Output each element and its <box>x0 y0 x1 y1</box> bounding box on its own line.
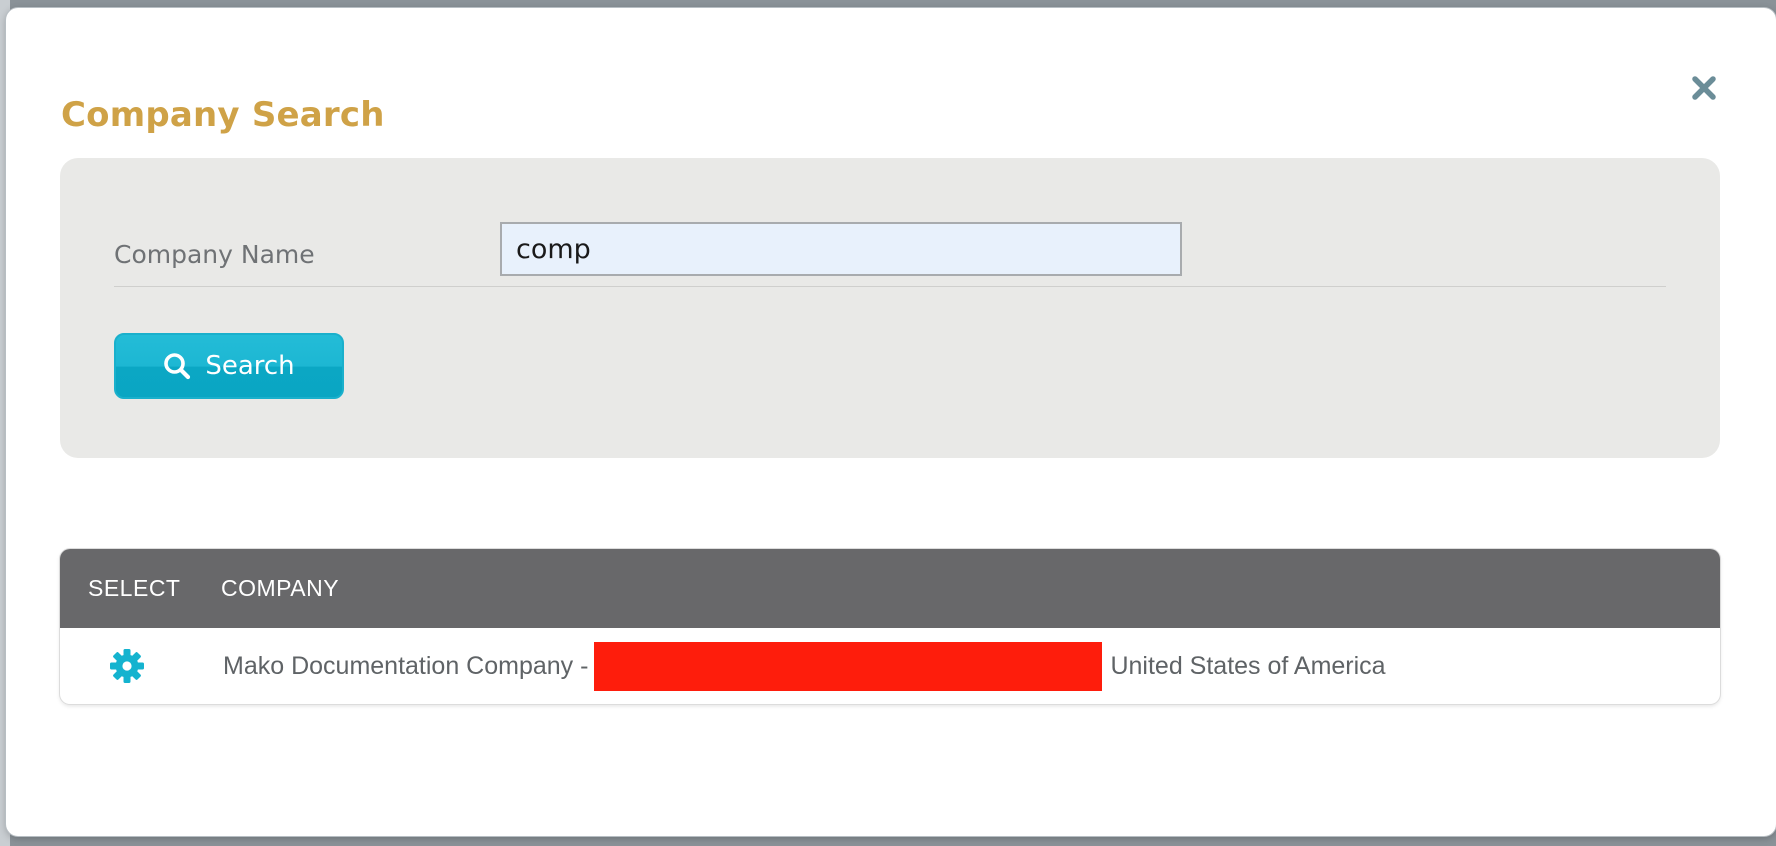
panel-divider <box>114 286 1666 287</box>
search-button-label: Search <box>205 351 295 381</box>
search-button[interactable]: Search <box>114 333 344 399</box>
redacted-block <box>594 641 1103 691</box>
modal-title: Company Search <box>61 95 385 135</box>
results-table: SELECT COMPANY Mako Documentation Compan… <box>60 549 1720 704</box>
table-row: Mako Documentation Company - United Stat… <box>60 628 1720 704</box>
search-panel: Company Name Search <box>60 158 1720 458</box>
company-search-modal: Company Search Company Name Search SELEC… <box>6 8 1776 836</box>
close-icon <box>1692 76 1716 100</box>
column-header-company: COMPANY <box>221 575 340 601</box>
company-name-input[interactable] <box>500 222 1182 276</box>
table-header: SELECT COMPANY <box>60 549 1720 628</box>
close-button[interactable] <box>1686 70 1722 106</box>
select-row-button[interactable] <box>108 647 146 685</box>
company-name-text: Mako Documentation Company - <box>223 651 589 680</box>
company-cell: Mako Documentation Company - United Stat… <box>223 628 1386 704</box>
gear-icon <box>110 649 144 683</box>
column-header-select: SELECT <box>88 575 181 601</box>
company-country-text: United States of America <box>1110 651 1386 680</box>
search-icon <box>164 353 191 380</box>
company-name-label: Company Name <box>114 240 315 269</box>
